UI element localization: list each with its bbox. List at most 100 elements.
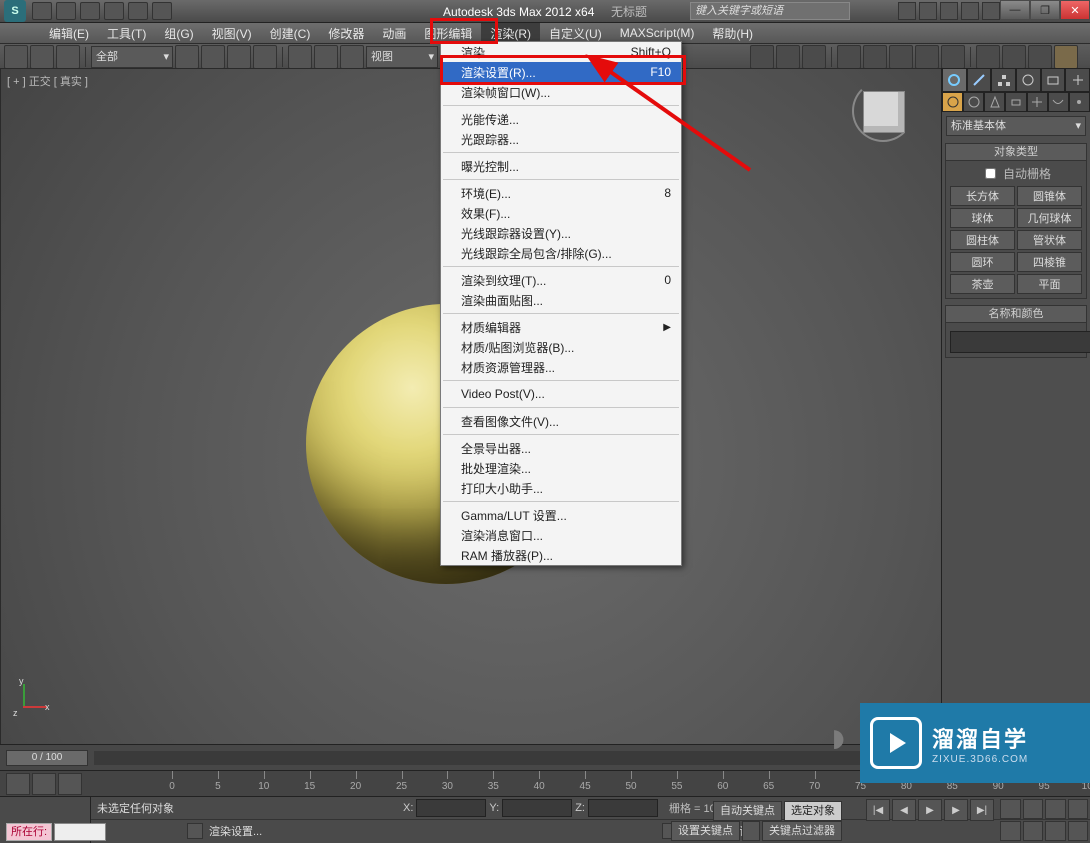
favorites-icon[interactable] xyxy=(961,2,979,20)
maximize-viewport-icon[interactable] xyxy=(1068,821,1089,841)
setkey-button[interactable]: 设置关键点 xyxy=(671,821,740,841)
trackbar-key-icon[interactable] xyxy=(32,773,56,795)
exchange-icon[interactable] xyxy=(940,2,958,20)
render-setup-icon[interactable] xyxy=(1002,45,1026,69)
menu-item[interactable]: 光线跟踪全局包含/排除(G)... xyxy=(441,243,681,263)
material-editor-icon[interactable] xyxy=(976,45,1000,69)
object-name-input[interactable] xyxy=(950,331,1090,353)
search-icon[interactable] xyxy=(898,2,916,20)
pan-icon[interactable] xyxy=(1023,821,1044,841)
qat-more-icon[interactable] xyxy=(152,2,172,20)
tab-modify[interactable] xyxy=(967,68,992,92)
scale-icon[interactable] xyxy=(340,45,364,69)
primitive-button[interactable]: 几何球体 xyxy=(1017,208,1082,228)
align-icon[interactable] xyxy=(863,45,887,69)
key-icon[interactable] xyxy=(742,821,760,841)
qat-redo-icon[interactable] xyxy=(128,2,148,20)
menu-item[interactable]: 渲染曲面贴图... xyxy=(441,290,681,310)
menu-item[interactable]: RAM 播放器(P)... xyxy=(441,545,681,565)
menu-e[interactable]: 编辑(E) xyxy=(40,23,98,44)
viewport-label[interactable]: [ + ] 正交 [ 真实 ] xyxy=(7,73,88,89)
menu-c[interactable]: 创建(C) xyxy=(261,23,320,44)
menu-item[interactable]: 渲染Shift+Q xyxy=(441,42,681,62)
menu-item[interactable]: 环境(E)...8 xyxy=(441,183,681,203)
primitive-button[interactable]: 圆环 xyxy=(950,252,1015,272)
category-dropdown[interactable]: 标准基本体 xyxy=(946,116,1086,136)
help-icon[interactable] xyxy=(982,2,1000,20)
subtab-shapes[interactable] xyxy=(963,92,984,112)
menu-[interactable]: 动画 xyxy=(373,23,415,44)
rollout-header-object-type[interactable]: 对象类型 xyxy=(945,143,1087,161)
zoom-all-icon[interactable] xyxy=(1023,799,1044,819)
menu-item[interactable]: 光能传递... xyxy=(441,109,681,129)
qat-new-icon[interactable] xyxy=(32,2,52,20)
angle-snap-icon[interactable] xyxy=(776,45,800,69)
viewcube[interactable] xyxy=(855,83,911,139)
primitive-button[interactable]: 四棱锥 xyxy=(1017,252,1082,272)
menu-item[interactable]: Video Post(V)... xyxy=(441,384,681,404)
selection-filter-dropdown[interactable]: 全部 xyxy=(91,46,173,68)
orbit-icon[interactable] xyxy=(1045,821,1066,841)
subtab-cameras[interactable] xyxy=(1005,92,1026,112)
autokey-button[interactable]: 自动关键点 xyxy=(713,801,782,821)
subtab-lights[interactable] xyxy=(984,92,1005,112)
help-search-input[interactable]: 键入关键字或短语 xyxy=(690,2,850,20)
goto-start-icon[interactable]: |◀ xyxy=(866,799,890,821)
bind-icon[interactable] xyxy=(56,45,80,69)
link-icon[interactable] xyxy=(4,45,28,69)
unlink-icon[interactable] xyxy=(30,45,54,69)
rollout-header-name-color[interactable]: 名称和颜色 xyxy=(945,305,1087,323)
primitive-button[interactable]: 长方体 xyxy=(950,186,1015,206)
menu-item[interactable]: 打印大小助手... xyxy=(441,478,681,498)
primitive-button[interactable]: 管状体 xyxy=(1017,230,1082,250)
menu-item[interactable]: Gamma/LUT 设置... xyxy=(441,505,681,525)
goto-end-icon[interactable]: ▶| xyxy=(970,799,994,821)
menu-t[interactable]: 工具(T) xyxy=(98,23,155,44)
tab-motion[interactable] xyxy=(1016,68,1041,92)
maximize-button[interactable]: ❐ xyxy=(1030,0,1060,20)
time-slider-thumb[interactable]: 0 / 100 xyxy=(6,750,88,766)
fov-icon[interactable] xyxy=(1000,821,1021,841)
select-name-icon[interactable] xyxy=(201,45,225,69)
primitive-button[interactable]: 圆柱体 xyxy=(950,230,1015,250)
menu-item[interactable]: 材质/贴图浏览器(B)... xyxy=(441,337,681,357)
zoom-extents-icon[interactable] xyxy=(1045,799,1066,819)
snap-toggle-icon[interactable] xyxy=(750,45,774,69)
rotate-icon[interactable] xyxy=(314,45,338,69)
zoom-icon[interactable] xyxy=(1000,799,1021,819)
trackbar-expand-icon[interactable] xyxy=(6,773,30,795)
trackbar-filter-icon[interactable] xyxy=(58,773,82,795)
mirror-icon[interactable] xyxy=(837,45,861,69)
menu-item[interactable]: 材质编辑器▶ xyxy=(441,317,681,337)
primitive-button[interactable]: 圆锥体 xyxy=(1017,186,1082,206)
menu-item[interactable]: 光线跟踪器设置(Y)... xyxy=(441,223,681,243)
ref-coord-dropdown[interactable]: 视图 xyxy=(366,46,438,68)
x-coord-input[interactable] xyxy=(416,799,486,817)
prev-frame-icon[interactable]: ◀ xyxy=(892,799,916,821)
tab-create[interactable] xyxy=(942,68,967,92)
tab-utilities[interactable] xyxy=(1065,68,1090,92)
y-coord-input[interactable] xyxy=(502,799,572,817)
move-icon[interactable] xyxy=(288,45,312,69)
menu-g[interactable]: 组(G) xyxy=(155,23,202,44)
app-logo[interactable]: S xyxy=(4,0,26,22)
tab-display[interactable] xyxy=(1041,68,1066,92)
menu-item[interactable]: 渲染消息窗口... xyxy=(441,525,681,545)
curve-editor-icon[interactable] xyxy=(915,45,939,69)
play-icon[interactable]: ▶ xyxy=(918,799,942,821)
menu-item[interactable]: 渲染设置(R)...F10 xyxy=(441,62,681,82)
render-icon[interactable] xyxy=(1054,45,1078,69)
subtab-geometry[interactable] xyxy=(942,92,963,112)
minimize-button[interactable]: — xyxy=(1000,0,1030,20)
qat-undo-icon[interactable] xyxy=(104,2,124,20)
menu-item[interactable]: 光跟踪器... xyxy=(441,129,681,149)
menu-item[interactable]: 全景导出器... xyxy=(441,438,681,458)
z-coord-input[interactable] xyxy=(588,799,658,817)
subtab-helpers[interactable] xyxy=(1027,92,1048,112)
menu-maxscriptm[interactable]: MAXScript(M) xyxy=(611,24,704,42)
menu-item[interactable]: 渲染到纹理(T)...0 xyxy=(441,270,681,290)
selected-object-dropdown[interactable]: 选定对象 xyxy=(784,801,842,821)
window-crossing-icon[interactable] xyxy=(253,45,277,69)
schematic-icon[interactable] xyxy=(941,45,965,69)
next-frame-icon[interactable]: ▶ xyxy=(944,799,968,821)
